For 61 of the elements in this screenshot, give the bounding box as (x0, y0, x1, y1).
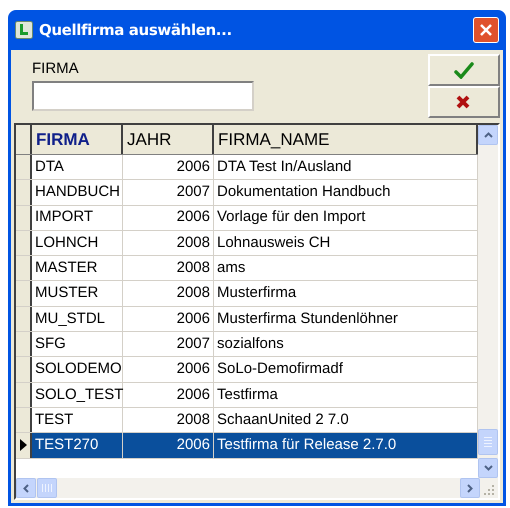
table-cell: 2006 (123, 357, 214, 382)
column-header[interactable]: JAHR (123, 125, 214, 154)
ok-button[interactable] (428, 54, 500, 86)
table-cell: IMPORT (32, 206, 123, 230)
caret-up-icon (484, 132, 492, 138)
table-cell: DTA (32, 155, 123, 180)
table-cell: 2007 (123, 332, 214, 356)
table-cell: 2008 (123, 408, 214, 432)
field-label: FIRMA (32, 60, 80, 78)
table-cell: SOLO_TEST (32, 382, 123, 407)
row-header[interactable] (16, 230, 32, 256)
table-cell: 2006 (123, 382, 214, 407)
row-header[interactable] (16, 155, 32, 180)
caret-down-icon (484, 465, 492, 471)
window-title: Quellfirma auswählen... (39, 20, 233, 41)
table-cell: MU_STDL (32, 306, 123, 332)
table-cell: 2006 (123, 306, 214, 332)
close-icon (479, 23, 493, 37)
caret-right-icon (467, 484, 473, 492)
row-header[interactable] (16, 206, 32, 230)
check-icon (454, 61, 474, 79)
table-cell: MUSTER (32, 281, 123, 306)
row-header[interactable] (16, 382, 32, 407)
scroll-thumb[interactable] (37, 478, 57, 498)
row-header[interactable] (16, 281, 32, 306)
table-cell: Testfirma für Release 2.7.0 (214, 433, 478, 458)
row-header[interactable] (16, 357, 32, 382)
row-header[interactable] (16, 306, 32, 332)
table-cell: MASTER (32, 256, 123, 280)
table-cell: TEST (32, 408, 123, 432)
row-header[interactable] (16, 408, 32, 432)
row-header[interactable] (16, 256, 32, 280)
cancel-button[interactable] (428, 86, 500, 118)
scroll-down-button[interactable] (478, 458, 498, 478)
caret-left-icon (23, 484, 29, 492)
app-logo-icon (15, 21, 33, 39)
table-cell: 2006 (123, 155, 214, 180)
scroll-left-button[interactable] (16, 478, 36, 498)
table-cell: 2006 (123, 433, 214, 458)
table-cell: LOHNCH (32, 230, 123, 256)
close-button[interactable] (473, 17, 499, 43)
row-header[interactable] (16, 180, 32, 205)
column-header[interactable]: FIRMA (32, 125, 123, 154)
vertical-scrollbar[interactable] (478, 125, 498, 478)
table-cell: 2008 (123, 230, 214, 256)
current-row-icon (20, 439, 26, 452)
scroll-right-button[interactable] (460, 478, 480, 498)
table-cell: SFG (32, 332, 123, 356)
resize-grip-icon (483, 484, 495, 496)
row-header[interactable] (16, 433, 32, 458)
table-cell: 2008 (123, 256, 214, 280)
table-cell: 2006 (123, 206, 214, 230)
table-cell: TEST270 (32, 433, 123, 458)
table-cell: 2007 (123, 180, 214, 205)
table-cell: HANDBUCH (32, 180, 123, 205)
scroll-thumb[interactable] (478, 429, 498, 455)
row-header[interactable] (16, 332, 32, 356)
scroll-up-button[interactable] (478, 125, 498, 145)
table-cell: SOLODEMO (32, 357, 123, 382)
input-field[interactable] (32, 81, 254, 111)
table-cell: 2008 (123, 281, 214, 306)
